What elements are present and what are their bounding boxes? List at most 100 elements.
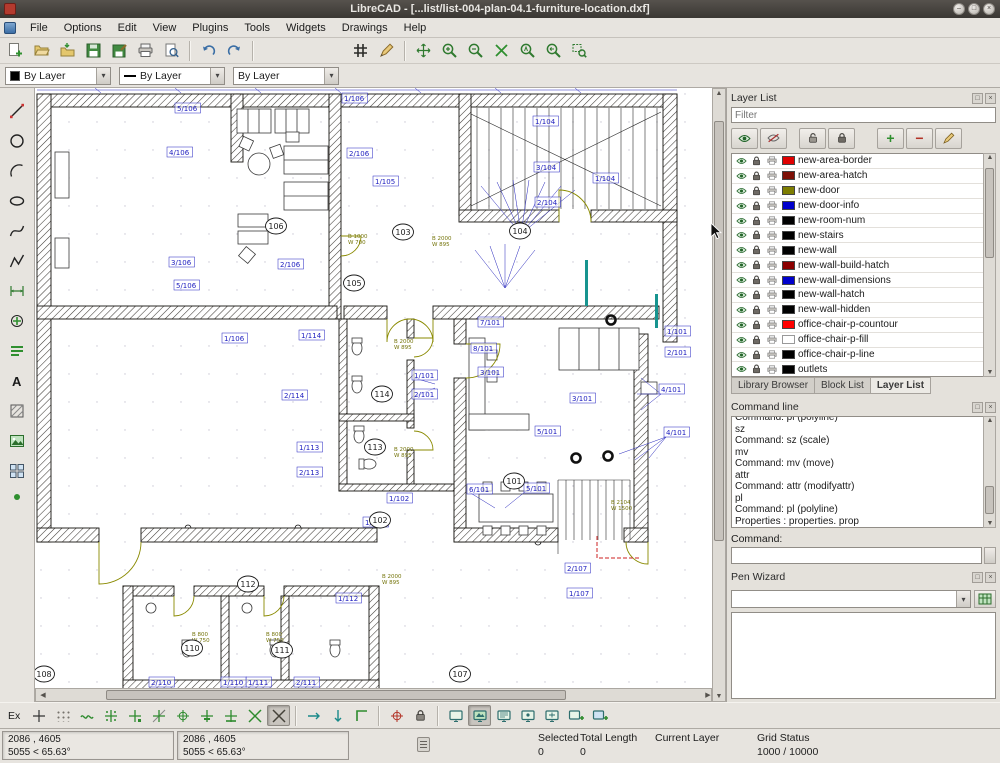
layer-visibility-icon[interactable] bbox=[734, 321, 749, 329]
auto-zoom-button[interactable] bbox=[515, 39, 540, 62]
title-bar[interactable]: LibreCAD - [...list/list-004-plan-04.1-f… bbox=[0, 0, 1000, 18]
layer-visibility-icon[interactable] bbox=[734, 336, 749, 344]
layer-visibility-icon[interactable] bbox=[734, 246, 749, 254]
layer-visibility-icon[interactable] bbox=[734, 351, 749, 359]
snap-center-icon[interactable] bbox=[171, 705, 194, 726]
layer-print-icon[interactable] bbox=[764, 186, 779, 195]
dimension-tool-icon[interactable] bbox=[4, 278, 30, 304]
scroll-right-icon[interactable]: ▶ bbox=[702, 691, 714, 699]
crosshair-icon[interactable] bbox=[27, 705, 50, 726]
layer-visibility-icon[interactable] bbox=[734, 261, 749, 269]
menu-widgets[interactable]: Widgets bbox=[278, 20, 334, 36]
layer-lock-icon[interactable] bbox=[749, 290, 764, 300]
float-panel-icon[interactable]: □ bbox=[972, 572, 983, 583]
image-tool-icon[interactable] bbox=[4, 428, 30, 454]
layer-lock-icon[interactable] bbox=[749, 245, 764, 255]
drawing-canvas[interactable]: B 1000W 700B 2000W 895B 2000W 895B 2000W… bbox=[35, 88, 712, 688]
pan-zoom-button[interactable] bbox=[411, 39, 436, 62]
snap-free-icon[interactable] bbox=[75, 705, 98, 726]
layer-row[interactable]: new-wall-build-hatch bbox=[732, 258, 983, 273]
snap-intersection-icon[interactable] bbox=[243, 705, 266, 726]
layer-lock-icon[interactable] bbox=[749, 275, 764, 285]
ellipse-tool-icon[interactable] bbox=[4, 188, 30, 214]
add-layer-button[interactable]: + bbox=[877, 128, 904, 149]
layer-print-icon[interactable] bbox=[764, 365, 779, 374]
order-tool-icon[interactable] bbox=[4, 338, 30, 364]
layer-print-icon[interactable] bbox=[764, 320, 779, 329]
scroll-down-icon[interactable]: ▼ bbox=[713, 693, 725, 700]
open-recent-button[interactable] bbox=[55, 39, 80, 62]
command-history[interactable]: Command: pl (polyline)szCommand: sz (sca… bbox=[731, 416, 983, 528]
menu-file[interactable]: File bbox=[22, 20, 56, 36]
layer-print-icon[interactable] bbox=[764, 290, 779, 299]
snap-grid-icon[interactable] bbox=[99, 705, 122, 726]
snap-on-entity-icon[interactable] bbox=[147, 705, 170, 726]
layer-lock-icon[interactable] bbox=[749, 320, 764, 330]
pen-width-combo[interactable]: By Layer ▾ bbox=[119, 67, 225, 85]
layer-print-icon[interactable] bbox=[764, 335, 779, 344]
layer-row[interactable]: outlets bbox=[732, 362, 983, 377]
layer-lock-icon[interactable] bbox=[749, 335, 764, 345]
layer-filter-input[interactable] bbox=[731, 107, 996, 123]
layer-row[interactable]: new-room-num bbox=[732, 214, 983, 229]
maximize-button[interactable]: □ bbox=[968, 3, 980, 15]
layer-lock-icon[interactable] bbox=[749, 350, 764, 360]
scroll-up-icon[interactable]: ▲ bbox=[713, 90, 725, 97]
layer-row[interactable]: new-door bbox=[732, 184, 983, 199]
layer-row[interactable]: new-door-info bbox=[732, 199, 983, 214]
scrollbar-thumb[interactable] bbox=[985, 168, 994, 258]
monitor-icon-5[interactable] bbox=[540, 705, 563, 726]
lock-all-layers-button[interactable] bbox=[828, 128, 855, 149]
layer-visibility-icon[interactable] bbox=[734, 276, 749, 284]
layer-lock-icon[interactable] bbox=[749, 171, 764, 181]
scroll-left-icon[interactable]: ◀ bbox=[37, 691, 49, 699]
monitor-icon-3[interactable] bbox=[492, 705, 515, 726]
polyline-tool-icon[interactable] bbox=[4, 248, 30, 274]
arc-tool-icon[interactable] bbox=[4, 158, 30, 184]
menu-view[interactable]: View bbox=[145, 20, 185, 36]
unlock-all-layers-button[interactable] bbox=[799, 128, 826, 149]
scroll-up-icon[interactable]: ▲ bbox=[984, 154, 996, 161]
layer-visibility-icon[interactable] bbox=[734, 291, 749, 299]
pen-color-combo[interactable]: By Layer ▾ bbox=[5, 67, 111, 85]
layer-visibility-icon[interactable] bbox=[734, 217, 749, 225]
zoom-in-button[interactable] bbox=[437, 39, 462, 62]
layer-lock-icon[interactable] bbox=[749, 230, 764, 240]
layer-visibility-icon[interactable] bbox=[734, 231, 749, 239]
menu-edit[interactable]: Edit bbox=[110, 20, 145, 36]
tab-block-list[interactable]: Block List bbox=[815, 377, 871, 394]
menu-options[interactable]: Options bbox=[56, 20, 110, 36]
grid-toggle-button[interactable] bbox=[348, 39, 373, 62]
add-monitor-icon-2[interactable] bbox=[588, 705, 611, 726]
draft-mode-button[interactable] bbox=[374, 39, 399, 62]
layer-print-icon[interactable] bbox=[764, 350, 779, 359]
set-relative-zero-icon[interactable] bbox=[385, 705, 408, 726]
canvas-horizontal-scrollbar[interactable]: ◀ ▶ bbox=[35, 688, 712, 702]
minimize-button[interactable]: – bbox=[953, 3, 965, 15]
scroll-up-icon[interactable]: ▲ bbox=[984, 417, 996, 424]
edit-layer-button[interactable] bbox=[935, 128, 962, 149]
float-panel-icon[interactable]: □ bbox=[972, 93, 983, 104]
save-button[interactable] bbox=[81, 39, 106, 62]
zoom-out-button[interactable] bbox=[463, 39, 488, 62]
layer-row[interactable]: new-wall-dimensions bbox=[732, 273, 983, 288]
scrollbar-thumb[interactable] bbox=[714, 121, 724, 541]
pen-wizard-apply-button[interactable] bbox=[974, 590, 996, 608]
lock-relative-zero-icon[interactable] bbox=[409, 705, 432, 726]
layer-visibility-icon[interactable] bbox=[734, 365, 749, 373]
layer-visibility-icon[interactable] bbox=[734, 202, 749, 210]
menu-plugins[interactable]: Plugins bbox=[184, 20, 236, 36]
menu-drawings[interactable]: Drawings bbox=[334, 20, 396, 36]
command-history-scrollbar[interactable]: ▲ ▼ bbox=[983, 416, 996, 528]
layer-lock-icon[interactable] bbox=[749, 364, 764, 374]
layer-row[interactable]: new-wall-hatch bbox=[732, 288, 983, 303]
show-all-layers-button[interactable] bbox=[731, 128, 758, 149]
layer-print-icon[interactable] bbox=[764, 276, 779, 285]
layer-print-icon[interactable] bbox=[764, 305, 779, 314]
layer-print-icon[interactable] bbox=[764, 156, 779, 165]
monitor-icon-1[interactable] bbox=[444, 705, 467, 726]
monitor-icon-4[interactable] bbox=[516, 705, 539, 726]
command-input[interactable] bbox=[731, 547, 982, 564]
close-panel-icon[interactable]: × bbox=[985, 93, 996, 104]
close-button[interactable]: × bbox=[983, 3, 995, 15]
